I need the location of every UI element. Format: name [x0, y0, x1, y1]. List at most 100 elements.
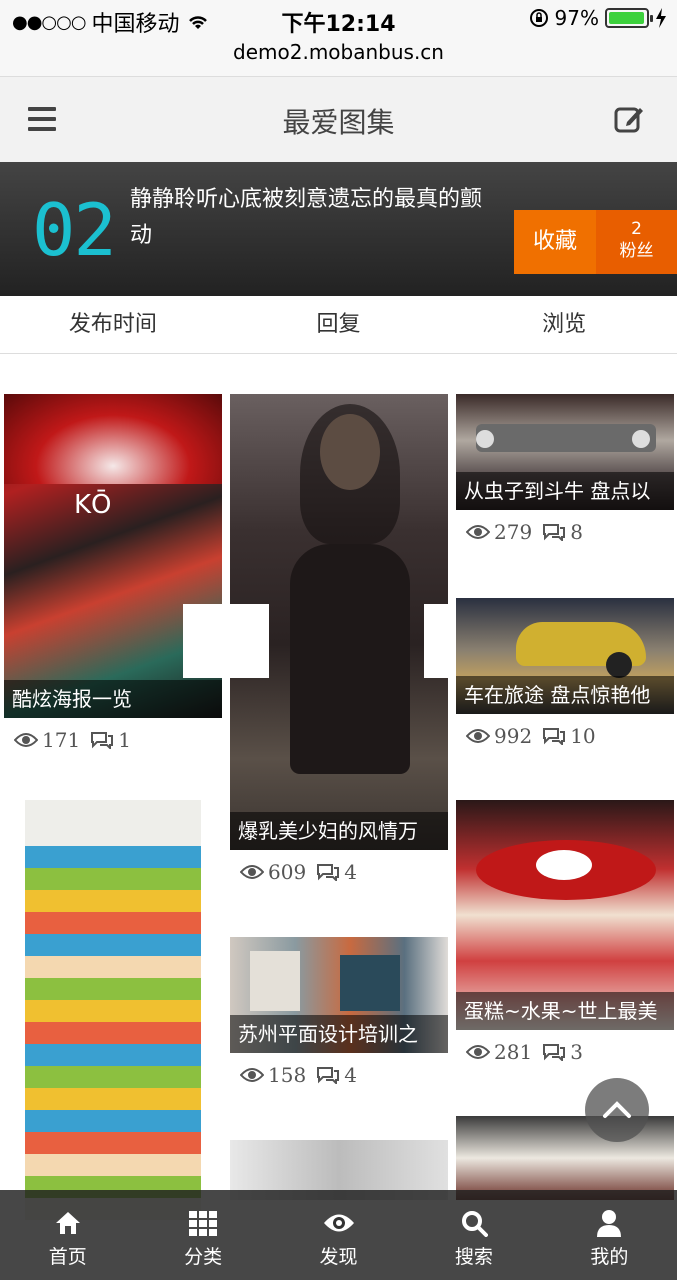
comment-stat: 3 [542, 1040, 583, 1064]
infographic-band [25, 956, 201, 978]
eye-icon [466, 729, 490, 743]
card-thumbnail[interactable]: 车在旅途 盘点惊艳他 [456, 598, 674, 714]
infographic-band [25, 1088, 201, 1110]
headlight-shape [632, 430, 650, 448]
album-number: 02 [32, 188, 117, 272]
card-stats: 281 3 [456, 1030, 674, 1074]
eye-icon [240, 1068, 264, 1082]
poster-logo: KŌ [74, 490, 112, 520]
dress-shape [290, 544, 410, 774]
fans-label: 粉丝 [619, 241, 654, 261]
comment-stat: 1 [90, 728, 131, 752]
card-caption: 蛋糕~水果~世上最美 [456, 992, 674, 1030]
view-count: 279 [494, 520, 533, 544]
battery-percent: 97% [554, 6, 599, 30]
nav-home[interactable]: 首页 [0, 1190, 135, 1280]
card-thumbnail[interactable]: 从虫子到斗牛 盘点以 [456, 394, 674, 510]
comment-icon [317, 1067, 340, 1084]
card-thumbnail[interactable]: 蛋糕~水果~世上最美 [456, 800, 674, 1030]
grid-icon [189, 1211, 218, 1236]
charging-icon [656, 8, 666, 28]
tab-publish-time[interactable]: 发布时间 [0, 296, 226, 353]
gallery-card[interactable]: 苏州平面设计培训之 158 4 [230, 937, 448, 1097]
eye-icon [14, 733, 38, 747]
app-header: 最爱图集 [0, 76, 677, 162]
eye-icon [323, 1214, 354, 1232]
comment-icon [317, 864, 340, 881]
comment-stat: 4 [316, 1063, 357, 1087]
favorite-button[interactable]: 收藏 [514, 210, 596, 274]
nav-search[interactable]: 搜索 [406, 1190, 541, 1280]
user-icon [597, 1210, 622, 1237]
page-title: 最爱图集 [282, 106, 395, 139]
comment-count: 3 [570, 1040, 583, 1064]
card-caption: 从虫子到斗牛 盘点以 [456, 472, 674, 510]
gallery-card[interactable]: KŌ 酷炫海报一览 171 1 [4, 394, 222, 762]
infographic-band [25, 1044, 201, 1066]
comment-stat: 4 [316, 860, 357, 884]
infographic-band [25, 868, 201, 890]
infographic-band [25, 1022, 201, 1044]
view-stat: 171 [14, 728, 80, 752]
comment-icon [91, 732, 114, 749]
status-bar: ●●○○○ 中国移动 下午12:14 97% demo2.mobanbus.cn [0, 0, 677, 76]
infographic-header [25, 800, 201, 846]
infographic-band [25, 978, 201, 1000]
censor-block [183, 604, 269, 678]
infographic-band [25, 846, 201, 868]
page: ●●○○○ 中国移动 下午12:14 97% demo2.mobanbus.cn… [0, 0, 677, 1280]
comment-count: 4 [344, 860, 357, 884]
comment-icon [543, 1044, 566, 1061]
home-icon [55, 1212, 80, 1234]
view-stat: 992 [466, 724, 532, 748]
infographic-band [25, 1132, 201, 1154]
bottom-nav: 首页 分类 发现 搜索 我的 [0, 1190, 677, 1280]
cream-shape [536, 850, 592, 880]
tab-views[interactable]: 浏览 [451, 296, 677, 353]
infographic-band [25, 1066, 201, 1088]
wheel-shape [606, 652, 632, 678]
brochure-panel [340, 955, 400, 1011]
status-right: 97% [529, 6, 667, 30]
comment-count: 1 [118, 728, 131, 752]
rotation-lock-icon [529, 9, 548, 27]
comment-icon [543, 728, 566, 745]
chevron-up-icon [603, 1101, 631, 1118]
grille-shape [476, 424, 656, 452]
edit-icon[interactable] [613, 103, 645, 135]
comment-count: 8 [570, 520, 583, 544]
battery-fill [609, 12, 644, 24]
view-count: 281 [494, 1040, 533, 1064]
infographic-band [25, 890, 201, 912]
card-caption: 车在旅途 盘点惊艳他 [456, 676, 674, 714]
nav-discover[interactable]: 发现 [271, 1190, 406, 1280]
comment-icon [543, 524, 566, 541]
infographic-thumbnail[interactable] [25, 800, 201, 1220]
view-count: 158 [268, 1063, 307, 1087]
view-stat: 281 [466, 1040, 532, 1064]
nav-mine[interactable]: 我的 [542, 1190, 677, 1280]
fans-count: 2 [631, 219, 642, 239]
card-stats: 158 4 [230, 1053, 448, 1097]
gallery-card[interactable]: 从虫子到斗牛 盘点以 279 8 [456, 394, 674, 554]
card-stats: 171 1 [4, 718, 222, 762]
fans-counter[interactable]: 2 粉丝 [596, 210, 677, 274]
search-icon [461, 1211, 488, 1237]
infographic-band [25, 1000, 201, 1022]
view-stat: 279 [466, 520, 532, 544]
eye-icon [240, 865, 264, 879]
hair-shape [300, 404, 400, 544]
infographic-band [25, 1110, 201, 1132]
gallery-card[interactable]: 蛋糕~水果~世上最美 281 3 [456, 800, 674, 1074]
tab-replies[interactable]: 回复 [226, 296, 452, 353]
back-to-top-button[interactable] [585, 1078, 649, 1142]
album-description: 静静聆听心底被刻意遗忘的最真的颤动 [130, 187, 483, 248]
card-thumbnail[interactable]: 苏州平面设计培训之 [230, 937, 448, 1053]
nav-category[interactable]: 分类 [135, 1190, 270, 1280]
card-stats: 992 10 [456, 714, 674, 758]
url-label[interactable]: demo2.mobanbus.cn [0, 40, 677, 64]
nav-discover-label: 发现 [319, 1246, 358, 1268]
gallery-card[interactable]: 车在旅途 盘点惊艳他 992 10 [456, 598, 674, 758]
brochure-panel [250, 951, 300, 1011]
headlight-shape [476, 430, 494, 448]
